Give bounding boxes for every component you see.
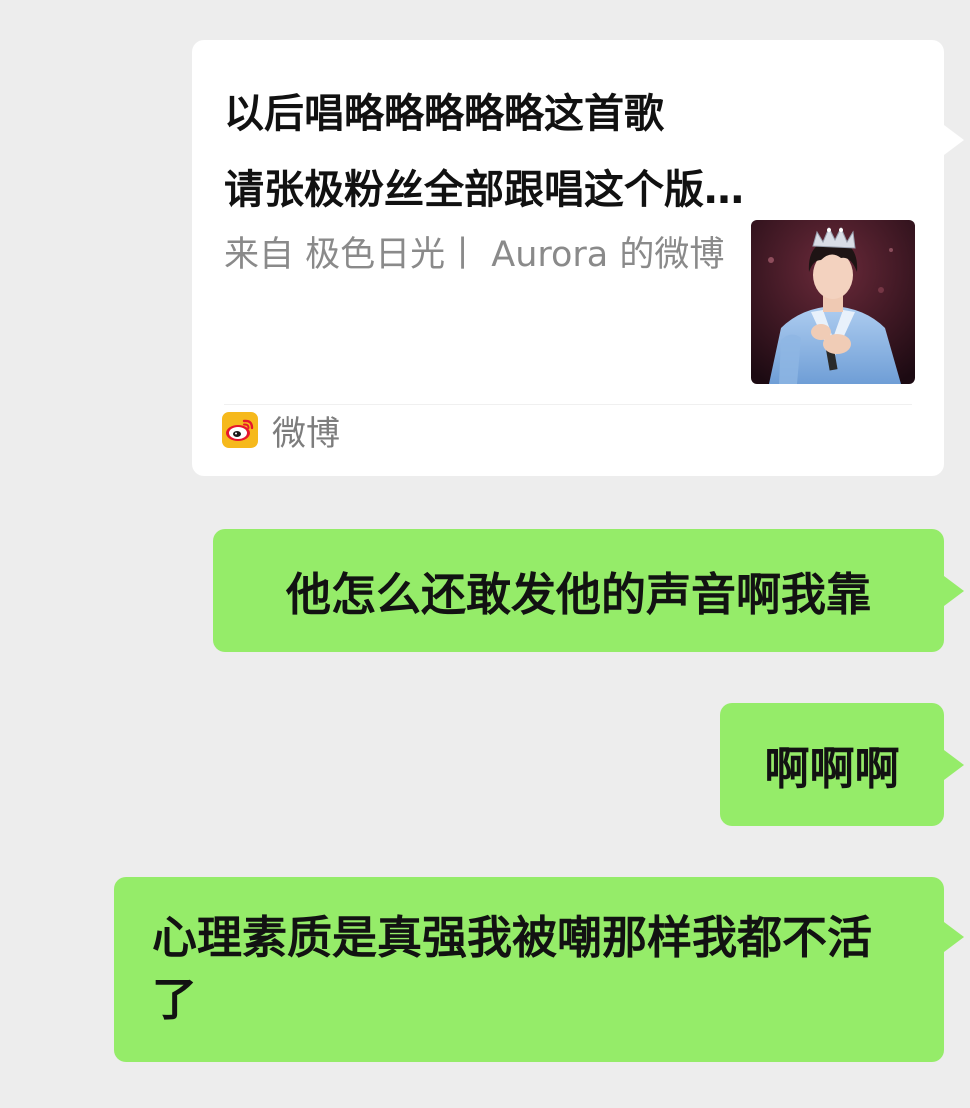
card-title: 以后唱略略略略略这首歌 请张极粉丝全部跟唱这个版… bbox=[224, 76, 884, 228]
card-footer: 微博 bbox=[222, 408, 340, 454]
weibo-logo-icon bbox=[222, 412, 258, 448]
card-app-name: 微博 bbox=[272, 413, 340, 454]
card-source: 来自 极色日光丨 Aurora 的微博 bbox=[224, 235, 725, 275]
message-text: 啊啊啊 bbox=[764, 742, 900, 795]
card-thumbnail bbox=[751, 220, 915, 384]
shared-weibo-card[interactable]: 以后唱略略略略略这首歌 请张极粉丝全部跟唱这个版… 来自 极色日光丨 Auror… bbox=[192, 40, 964, 476]
message-text: 心理素质是真强我被嘲那样我都不活了 bbox=[152, 911, 873, 1026]
message-text: 他怎么还敢发他的声音啊我靠 bbox=[285, 568, 871, 621]
message-bubble-tail bbox=[944, 750, 964, 780]
message-bubble-tail bbox=[944, 922, 964, 952]
sent-message-bubble[interactable]: 他怎么还敢发他的声音啊我靠 bbox=[213, 529, 964, 652]
sent-message-bubble[interactable]: 心理素质是真强我被嘲那样我都不活了 bbox=[114, 877, 964, 1062]
sent-message-bubble[interactable]: 啊啊啊 bbox=[720, 703, 964, 826]
message-bubble-tail bbox=[944, 576, 964, 606]
card-title-line-1: 以后唱略略略略略这首歌 bbox=[224, 91, 664, 137]
card-bubble-tail bbox=[944, 125, 964, 155]
card-title-line-2: 请张极粉丝全部跟唱这个版… bbox=[224, 167, 744, 213]
